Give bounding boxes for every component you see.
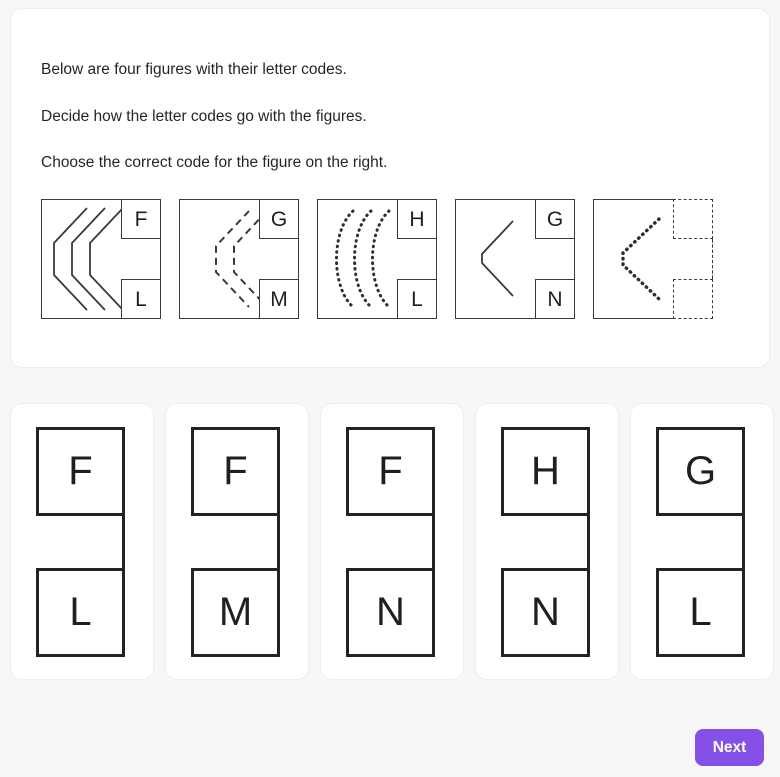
figure-slot-4: G N: [455, 199, 593, 319]
option-e[interactable]: G L: [630, 403, 774, 680]
figure-slot-2: G M: [179, 199, 317, 319]
figure-4: G N: [455, 199, 575, 319]
option-b[interactable]: F M: [165, 403, 309, 680]
figure-row: F L G M H L G N: [41, 199, 743, 319]
instruction-line-3: Choose the correct code for the figure o…: [41, 154, 388, 172]
option-a[interactable]: F L: [10, 403, 154, 680]
answer-options: F L F M F N H N G L: [10, 403, 774, 680]
figure-3-connector: [436, 239, 437, 279]
figure-3: H L: [317, 199, 437, 319]
figure-2-top-letter: G: [259, 199, 299, 239]
option-e-connector: [742, 515, 745, 568]
figure-4-connector: [574, 239, 575, 279]
option-a-top-letter: F: [36, 426, 125, 516]
figure-2-bottom-letter: M: [259, 279, 299, 319]
figure-3-bottom-letter: L: [397, 279, 437, 319]
figure-5-question: [593, 199, 713, 319]
figure-3-top-letter: H: [397, 199, 437, 239]
option-c[interactable]: F N: [320, 403, 464, 680]
option-c-top-letter: F: [346, 426, 435, 516]
option-e-bottom-letter: L: [656, 567, 745, 657]
option-d-figure: H N: [501, 426, 593, 657]
figure-1: F L: [41, 199, 161, 319]
figure-slot-3: H L: [317, 199, 455, 319]
question-page: Below are four figures with their letter…: [0, 0, 780, 777]
option-e-top-letter: G: [656, 426, 745, 516]
figure-1-bottom-letter: L: [121, 279, 161, 319]
option-d[interactable]: H N: [475, 403, 619, 680]
instructions: Below are four figures with their letter…: [41, 61, 387, 173]
option-a-figure: F L: [36, 426, 128, 657]
figure-slot-1: F L: [41, 199, 179, 319]
option-c-connector: [432, 515, 435, 568]
prompt-card: Below are four figures with their letter…: [10, 8, 770, 368]
option-a-connector: [122, 515, 125, 568]
figure-1-top-letter: F: [121, 199, 161, 239]
figure-5-bottom-letter-blank: [673, 279, 713, 319]
figure-4-bottom-letter: N: [535, 279, 575, 319]
option-a-bottom-letter: L: [36, 567, 125, 657]
option-b-bottom-letter: M: [191, 567, 280, 657]
figure-slot-5: [593, 199, 743, 319]
option-d-connector: [587, 515, 590, 568]
option-b-top-letter: F: [191, 426, 280, 516]
option-c-bottom-letter: N: [346, 567, 435, 657]
option-e-figure: G L: [656, 426, 748, 657]
instruction-line-1: Below are four figures with their letter…: [41, 61, 347, 78]
instruction-line-2: Decide how the letter codes go with the …: [41, 107, 367, 125]
next-button[interactable]: Next: [695, 729, 764, 766]
figure-5-connector: [712, 239, 713, 279]
option-b-figure: F M: [191, 426, 283, 657]
figure-5-top-letter-blank: [673, 199, 713, 239]
option-c-figure: F N: [346, 426, 438, 657]
option-b-connector: [277, 515, 280, 568]
figure-2: G M: [179, 199, 299, 319]
option-d-bottom-letter: N: [501, 567, 590, 657]
figure-2-connector: [298, 239, 299, 279]
figure-1-connector: [160, 239, 161, 279]
figure-4-top-letter: G: [535, 199, 575, 239]
option-d-top-letter: H: [501, 426, 590, 516]
